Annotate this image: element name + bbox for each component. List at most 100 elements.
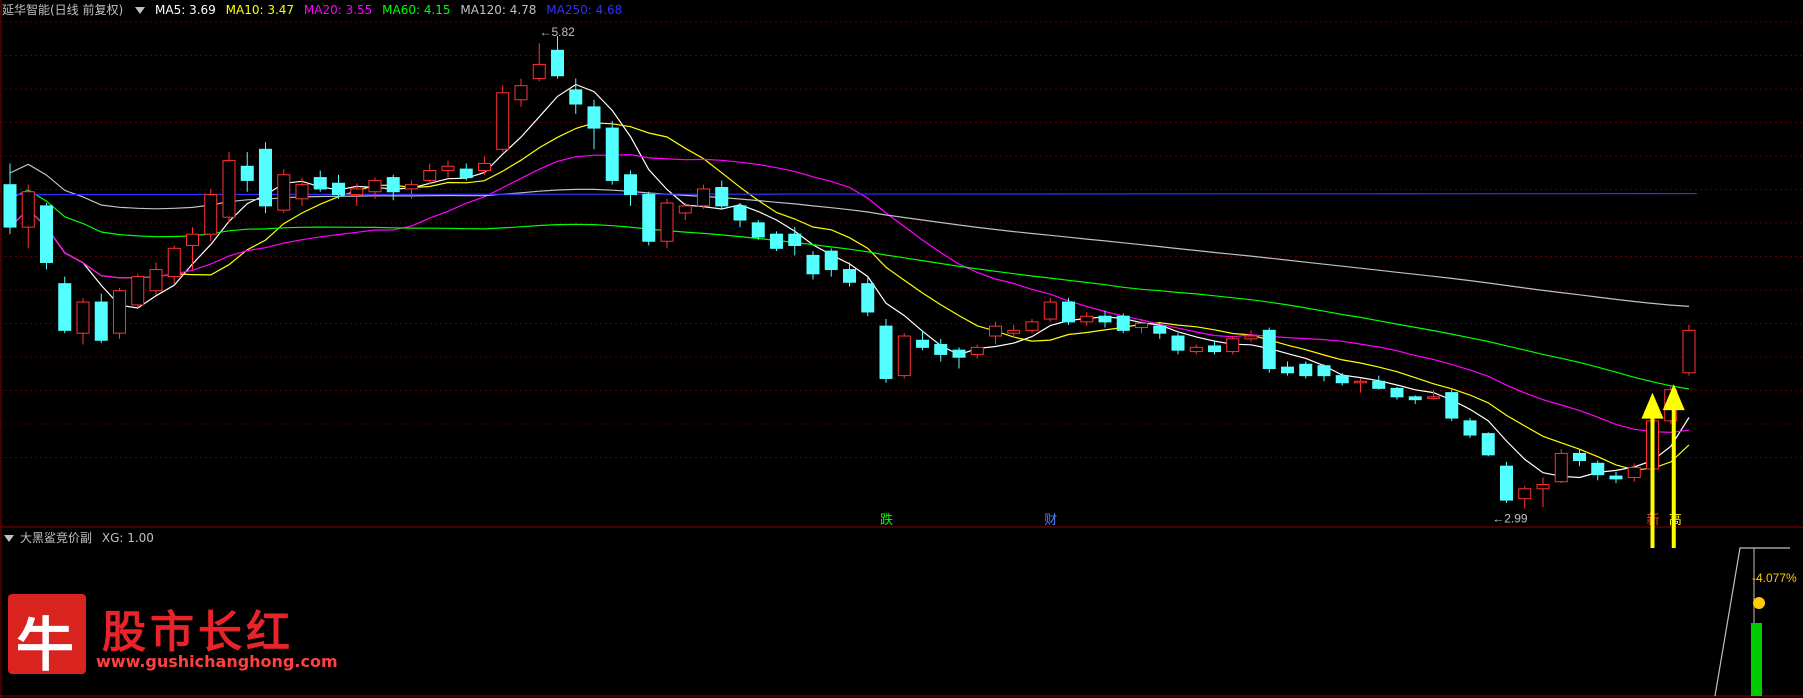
candle-up [405,184,418,190]
stock-title[interactable]: 延华智能(日线 前复权) [2,3,123,17]
watermark-logo: 牛 股市长红 www.gushichanghong.com [8,594,338,684]
candle-down [1408,396,1422,401]
candle-up [423,170,437,181]
candle-down [1609,475,1623,480]
candle-up [496,92,510,150]
candle-up [21,191,35,228]
candle-down [934,344,948,355]
candle-up [1354,380,1367,384]
chevron-down-icon[interactable] [4,535,14,542]
candle-up [697,188,710,207]
candle-up [167,247,181,278]
candle-down [587,106,601,129]
candle-up [76,301,90,334]
candle-up [1518,488,1532,500]
candle-up [1244,335,1258,340]
candle-up [295,184,309,200]
price-chart-header: 延华智能(日线 前复权) MA5: 3.69 MA10: 3.47 MA20: … [0,0,628,20]
candle-down [1208,345,1221,353]
ma60-label: MA60: 4.15 [382,3,451,17]
candle-up [478,162,491,172]
candle-up [678,205,692,214]
volume-bar [1751,623,1762,696]
sad-face-icon [1753,597,1765,609]
candle-down [824,250,838,271]
watermark-title: 股市长红 [102,607,294,658]
chevron-down-icon[interactable] [135,7,146,14]
candle-down [806,254,820,275]
marker-label: 财 [1044,512,1057,527]
ma5-label: MA5: 3.69 [155,3,216,17]
candle-up [1226,338,1240,353]
candle-up [368,179,382,193]
candle-up [989,325,1002,337]
candle-down [3,184,17,228]
indicator-header: 大黑鲨竞价副 XG: 1.00 [0,528,160,548]
candle-up [204,194,218,235]
candle-down [715,186,729,207]
candle-up [532,63,546,80]
xg-value: XG: 1.00 [101,531,154,545]
candle-up [222,160,236,218]
candle-down [569,89,583,105]
candle-up [1189,346,1203,353]
candle-down [94,301,108,341]
candle-down [1299,363,1313,377]
bull-logo-icon: 牛 [8,594,86,679]
candle-down [1335,375,1349,384]
candle-up [277,174,291,211]
candle-down [605,127,619,181]
candle-up [1043,301,1057,320]
ma20-label: MA20: 3.55 [303,3,373,17]
candle-down [40,205,53,263]
ma250-label: MA250: 4.68 [546,3,623,17]
candle-down [1463,420,1477,436]
candle-up [149,269,163,292]
pct-change-label: -4.077% [1752,571,1797,585]
candle-down [313,177,327,190]
indicator-name[interactable]: 大黑鲨竞价副 [20,531,92,545]
candle-down [1153,325,1167,334]
candle-up [186,233,199,246]
candle-down [952,349,966,358]
candle-up [970,346,984,355]
candle-up [1554,452,1568,483]
candle-down [259,148,272,207]
ma120-label: MA120: 4.78 [460,3,537,17]
candle-down [1262,329,1276,370]
low-price-label: ←2.99 [1492,512,1528,526]
ma10-label: MA10: 3.47 [225,3,295,17]
candle-down [733,205,747,221]
candle-up [660,202,674,242]
candle-down [1481,433,1495,456]
candle-down [1390,387,1404,398]
candle-down [1591,462,1605,476]
candle-down [1372,380,1386,389]
marker-label: 跌 [880,512,893,527]
candle-down [788,233,802,246]
candle-up [1135,322,1148,329]
candle-down [1062,301,1075,323]
candle-up [1682,329,1696,374]
candle-up [441,165,455,172]
arrow-up-icon [1641,392,1664,419]
candle-down [843,269,856,283]
candle-down [58,283,72,331]
candle-down [1500,465,1513,501]
candle-down [624,174,637,196]
candle-up [113,290,126,334]
candle-down [551,49,564,77]
watermark-url: www.gushichanghong.com [96,652,338,671]
candle-down [1171,335,1185,351]
candle-up [1627,467,1641,478]
candle-up [1536,484,1550,490]
candle-up [897,335,911,377]
candle-up [514,85,528,101]
candle-down [386,177,400,193]
candle-down [770,233,783,249]
high-price-label: ←5.82 [540,25,576,39]
candle-down [1281,366,1294,374]
candle-down [459,168,473,179]
candle-up [350,188,364,196]
candle-down [240,165,254,181]
